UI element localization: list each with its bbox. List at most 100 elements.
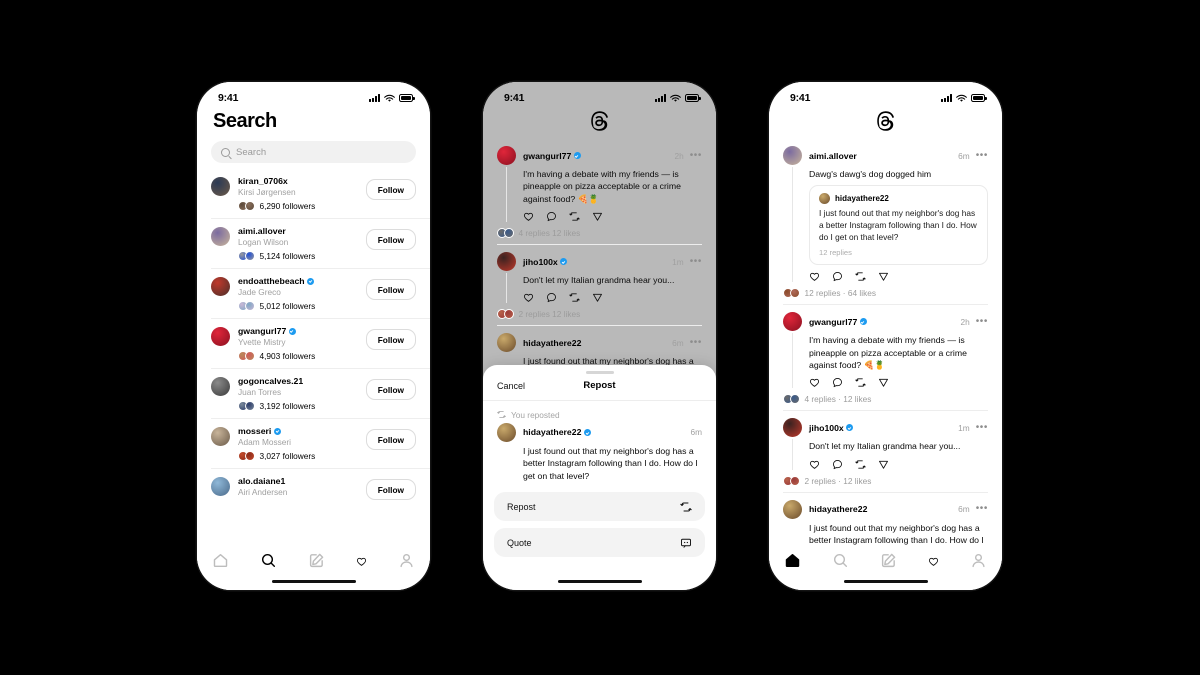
verified-badge-icon xyxy=(307,277,315,285)
profile-icon[interactable] xyxy=(970,552,987,569)
user-handle: gwangurl77 xyxy=(238,326,366,336)
search-input[interactable]: Search xyxy=(211,141,416,163)
post-handle[interactable]: jiho100x xyxy=(809,423,854,433)
home-indicator xyxy=(557,579,642,583)
followers-count: 5,012 followers xyxy=(259,301,316,311)
wifi-icon xyxy=(956,94,967,102)
follow-button[interactable]: Follow xyxy=(365,379,416,400)
post-handle[interactable]: gwangurl77 xyxy=(809,317,867,327)
more-options-icon[interactable]: ••• xyxy=(976,316,988,326)
search-icon[interactable] xyxy=(832,552,849,569)
feed-post[interactable]: aimi.allover 6m ••• Dawg's dawg's dog dogge… xyxy=(783,139,988,306)
cancel-button[interactable]: Cancel xyxy=(497,381,525,391)
avatar[interactable] xyxy=(783,146,802,165)
feed-post[interactable]: hidayathere22 6m ••• I just found out that … xyxy=(783,493,988,553)
tab-search[interactable] xyxy=(260,552,277,574)
compose-icon[interactable] xyxy=(880,552,897,569)
heart-icon[interactable] xyxy=(809,271,820,282)
search-result-row[interactable]: aimi.allover Logan Wilson 5,124 followers F… xyxy=(211,219,430,269)
repost-icon[interactable] xyxy=(855,377,866,388)
feed-post[interactable]: gwangurl77 2h ••• I'm having a debate with … xyxy=(783,305,988,412)
avatar[interactable] xyxy=(783,312,802,332)
user-handle: endoatthebeach xyxy=(238,276,366,286)
tab-heart[interactable] xyxy=(928,554,939,572)
status-icons xyxy=(941,94,987,103)
heart-icon[interactable] xyxy=(809,377,820,388)
sheet-post-text: I just found out that my neighbor's dog … xyxy=(523,445,698,481)
post-header: jiho100x 1m ••• xyxy=(783,418,988,438)
tab-profile[interactable] xyxy=(970,552,987,574)
follower-avatars xyxy=(238,451,255,461)
post-handle[interactable]: hidayathere22 xyxy=(809,504,867,514)
home-icon[interactable] xyxy=(212,552,229,569)
post-meta[interactable]: 2 replies · 12 likes xyxy=(783,475,988,486)
avatar xyxy=(211,177,230,196)
followers-count: 4,903 followers xyxy=(259,351,316,361)
comment-icon[interactable] xyxy=(832,459,843,470)
comment-icon[interactable] xyxy=(832,271,843,282)
tab-search[interactable] xyxy=(832,552,849,574)
post-meta[interactable]: 12 replies · 64 likes xyxy=(783,288,988,299)
search-result-row[interactable]: gogoncalves.21 Juan Torres 3,192 followers… xyxy=(211,369,430,419)
post-meta[interactable]: 4 replies · 12 likes xyxy=(783,394,988,405)
sheet-header: Cancel Repost xyxy=(483,380,716,401)
heart-icon[interactable] xyxy=(356,556,367,567)
repost-icon[interactable] xyxy=(855,271,866,282)
user-info: aimi.allover Logan Wilson 5,124 followers xyxy=(238,226,366,261)
post-handle[interactable]: aimi.allover xyxy=(809,151,857,161)
repost-icon[interactable] xyxy=(855,459,866,470)
avatar xyxy=(211,427,230,446)
share-icon[interactable] xyxy=(878,459,889,470)
compose-icon[interactable] xyxy=(308,552,325,569)
follow-button[interactable]: Follow xyxy=(365,429,416,450)
follow-button[interactable]: Follow xyxy=(365,329,416,350)
repost-option[interactable]: Repost xyxy=(494,492,705,521)
search-result-row[interactable]: endoatthebeach Jade Greco 5,012 followers F… xyxy=(211,269,430,319)
home-icon[interactable] xyxy=(784,552,801,569)
tab-home[interactable] xyxy=(212,552,229,574)
sheet-grabber[interactable] xyxy=(585,370,614,374)
feed-post[interactable]: jiho100x 1m ••• Don't let my Italian grandm… xyxy=(783,411,988,493)
search-result-row[interactable]: alo.daiane1 Airi Andersen Follow xyxy=(211,469,430,507)
status-bar: 9:41 xyxy=(769,82,1002,108)
search-result-row[interactable]: kiran_0706x Kirsi Jørgensen 6,290 follower… xyxy=(211,169,430,219)
follower-avatars xyxy=(238,351,255,361)
verified-badge-icon xyxy=(273,427,281,435)
tab-compose[interactable] xyxy=(308,552,325,574)
avatar[interactable] xyxy=(783,418,802,438)
more-options-icon[interactable]: ••• xyxy=(976,422,988,432)
followers-row: 3,192 followers xyxy=(238,401,366,411)
post-time: 6m xyxy=(958,504,970,515)
profile-icon[interactable] xyxy=(398,552,415,569)
search-result-row[interactable]: gwangurl77 Yvette Mistry 4,903 followers Fo… xyxy=(211,319,430,369)
avatar[interactable] xyxy=(783,499,802,519)
tab-heart[interactable] xyxy=(356,554,367,572)
post-text: Don't let my Italian grandma hear you... xyxy=(809,441,961,452)
heart-icon[interactable] xyxy=(809,459,820,470)
avatar xyxy=(211,477,230,496)
follow-button[interactable]: Follow xyxy=(365,229,416,250)
more-options-icon[interactable]: ••• xyxy=(976,504,988,514)
share-icon[interactable] xyxy=(878,271,889,282)
handle-text: mosseri xyxy=(238,426,272,436)
heart-icon[interactable] xyxy=(928,556,939,567)
tab-compose[interactable] xyxy=(880,552,897,574)
quoted-post-card[interactable]: hidayathere22 I just found out that my ne… xyxy=(809,185,988,266)
search-icon[interactable] xyxy=(260,552,277,569)
share-icon[interactable] xyxy=(878,377,889,388)
verified-badge-icon xyxy=(859,318,867,326)
avatar xyxy=(819,193,830,205)
follow-button[interactable]: Follow xyxy=(365,479,416,500)
more-options-icon[interactable]: ••• xyxy=(976,150,988,160)
follow-button[interactable]: Follow xyxy=(365,179,416,200)
comment-icon[interactable] xyxy=(832,377,843,388)
tab-home[interactable] xyxy=(784,552,801,574)
quote-option[interactable]: Quote xyxy=(494,528,705,557)
handle-text: alo.daiane1 xyxy=(238,476,286,486)
follow-button[interactable]: Follow xyxy=(365,279,416,300)
search-result-row[interactable]: mosseri Adam Mosseri 3,027 followers Follow xyxy=(211,419,430,469)
user-info: mosseri Adam Mosseri 3,027 followers xyxy=(238,426,366,461)
tab-profile[interactable] xyxy=(398,552,415,574)
avatar xyxy=(497,422,516,442)
followers-count: 3,192 followers xyxy=(259,401,316,411)
